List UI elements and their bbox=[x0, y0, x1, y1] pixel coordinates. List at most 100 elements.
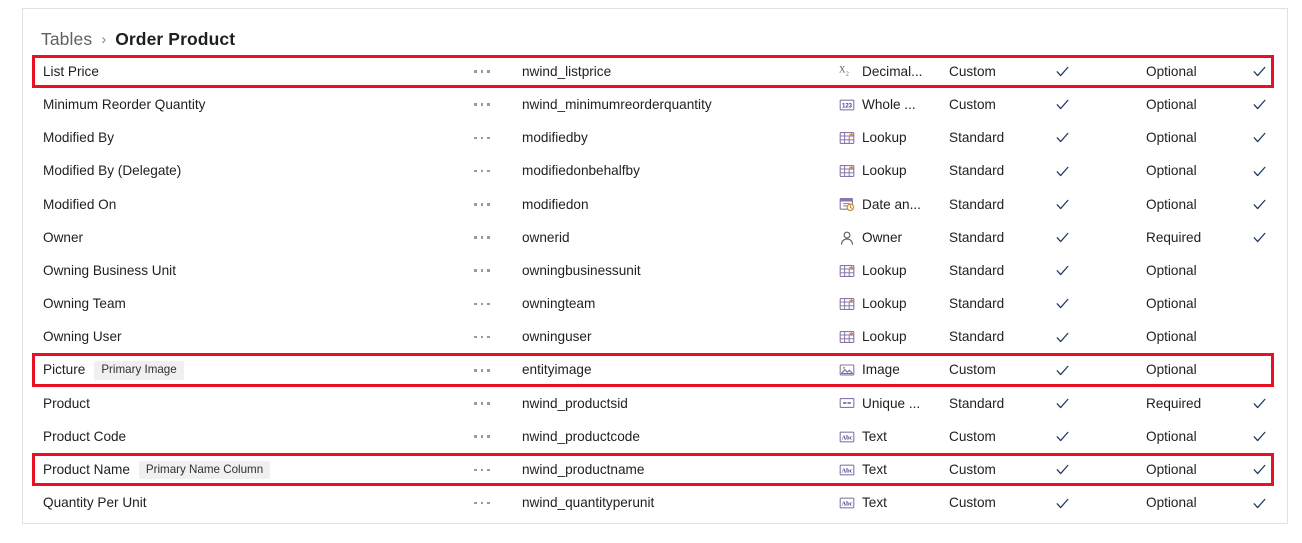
column-display-name[interactable]: Owner bbox=[43, 231, 83, 245]
column-required-level: Optional bbox=[1146, 130, 1197, 146]
column-display-name[interactable]: Modified By (Delegate) bbox=[43, 164, 181, 178]
column-display-name[interactable]: Owning Business Unit bbox=[43, 264, 176, 278]
column-display-name[interactable]: Picture Primary Image bbox=[43, 360, 184, 380]
column-customizable-check bbox=[1049, 296, 1075, 311]
column-data-type: Text bbox=[839, 462, 887, 478]
column-logical-name: nwind_productsid bbox=[522, 395, 628, 411]
column-display-name[interactable]: Product Name Primary Name Column bbox=[43, 460, 271, 480]
row-more-commands-icon[interactable] bbox=[474, 203, 504, 206]
column-display-name[interactable]: List Price bbox=[43, 65, 99, 79]
row-more-commands-icon[interactable] bbox=[474, 136, 504, 140]
table-row[interactable]: Minimum Reorder Quantity nwind_minimumreo… bbox=[24, 88, 1286, 121]
column-searchable-check bbox=[1246, 64, 1272, 79]
column-type-of: Custom bbox=[949, 495, 996, 511]
table-row[interactable]: Product Name Primary Name Column nwind_pro… bbox=[24, 453, 1286, 486]
column-required-level: Optional bbox=[1146, 362, 1197, 378]
column-searchable-check bbox=[1246, 197, 1272, 212]
column-display-name[interactable]: Product Code bbox=[43, 430, 126, 444]
table-row[interactable]: Modified On modifiedon Date an... Standard O… bbox=[24, 188, 1286, 221]
row-more-commands-icon[interactable] bbox=[474, 236, 504, 239]
column-display-name[interactable]: Owning Team bbox=[43, 297, 126, 311]
breadcrumb: Tables › Order Product bbox=[41, 25, 235, 53]
row-more-commands-icon[interactable] bbox=[474, 435, 504, 438]
column-logical-name: owningteam bbox=[522, 296, 596, 312]
column-data-type-label: Lookup bbox=[862, 163, 907, 179]
column-type-of: Standard bbox=[949, 130, 1005, 146]
column-required-level: Optional bbox=[1146, 262, 1197, 278]
table-row[interactable]: Product nwind_productsid Unique ... Standar… bbox=[24, 387, 1286, 420]
table-row[interactable]: Owning Team owningteam Lookup Standard Optio… bbox=[24, 287, 1286, 320]
table-row[interactable]: Picture Primary Image entityimage Image Cust… bbox=[24, 354, 1286, 387]
text-icon bbox=[839, 429, 855, 445]
row-more-commands-icon[interactable] bbox=[474, 402, 504, 405]
row-more-commands-icon[interactable] bbox=[474, 368, 504, 372]
column-display-name-text: Owner bbox=[43, 229, 84, 245]
column-data-type: Date an... bbox=[839, 196, 921, 212]
table-row[interactable]: Product Code nwind_productcode Text Custom O… bbox=[24, 420, 1286, 453]
column-customizable-check bbox=[1049, 330, 1075, 345]
column-customizable-check bbox=[1049, 64, 1075, 79]
table-row[interactable]: Quantity Per Unit nwind_quantityperunit Te… bbox=[24, 486, 1286, 519]
column-searchable-check bbox=[1246, 429, 1272, 444]
table-row[interactable]: Owning Business Unit owningbusinessunit Lo… bbox=[24, 254, 1286, 287]
column-data-type: Image bbox=[839, 362, 900, 378]
table-row[interactable]: List Price nwind_listprice Decimal... Custo… bbox=[24, 55, 1286, 88]
column-customizable-check bbox=[1049, 230, 1075, 245]
breadcrumb-tables-link[interactable]: Tables bbox=[41, 29, 92, 50]
whole-number-icon bbox=[839, 97, 855, 113]
owner-person-icon bbox=[839, 230, 855, 246]
table-row[interactable]: Modified By modifiedby Lookup Standard Optio… bbox=[24, 121, 1286, 154]
column-display-name-text: Modified By (Delegate) bbox=[43, 163, 182, 179]
column-data-type-label: Lookup bbox=[862, 296, 907, 312]
column-data-type: Lookup bbox=[839, 329, 907, 345]
column-display-name-text: Quantity Per Unit bbox=[43, 495, 147, 511]
column-required-level: Optional bbox=[1146, 462, 1197, 478]
column-type-of: Standard bbox=[949, 229, 1005, 245]
table-row[interactable]: Owner ownerid Owner Standard Required bbox=[24, 221, 1286, 254]
row-more-commands-icon[interactable] bbox=[474, 501, 504, 505]
column-display-name-text: Product Name bbox=[43, 462, 130, 478]
row-more-commands-icon[interactable] bbox=[474, 302, 504, 306]
column-logical-name: nwind_listprice bbox=[522, 63, 612, 79]
column-data-type: Lookup bbox=[839, 163, 907, 179]
row-more-commands-icon[interactable] bbox=[474, 269, 504, 273]
row-more-commands-icon[interactable] bbox=[474, 468, 504, 472]
column-data-type: Whole ... bbox=[839, 97, 916, 113]
row-more-commands-icon[interactable] bbox=[474, 335, 504, 339]
row-more-commands-icon[interactable] bbox=[474, 103, 504, 107]
column-customizable-check bbox=[1049, 197, 1075, 212]
column-display-name-text: List Price bbox=[43, 63, 99, 79]
column-customizable-check bbox=[1049, 396, 1075, 411]
column-required-level: Optional bbox=[1146, 163, 1197, 179]
table-row[interactable]: Modified By (Delegate) modifiedonbehalfby… bbox=[24, 155, 1286, 188]
row-more-commands-icon[interactable] bbox=[474, 70, 504, 73]
column-required-level: Optional bbox=[1146, 329, 1197, 345]
column-logical-name: ownerid bbox=[522, 229, 570, 245]
column-type-of: Custom bbox=[949, 96, 996, 112]
column-data-type-label: Lookup bbox=[862, 130, 907, 146]
column-display-name[interactable]: Minimum Reorder Quantity bbox=[43, 98, 205, 112]
column-display-name[interactable]: Quantity Per Unit bbox=[43, 496, 147, 510]
column-required-level: Required bbox=[1146, 229, 1202, 245]
column-data-type: Unique ... bbox=[839, 395, 920, 411]
column-display-name[interactable]: Modified By bbox=[43, 131, 114, 145]
date-and-time-icon bbox=[839, 196, 855, 212]
column-display-name[interactable]: Product bbox=[43, 397, 90, 411]
lookup-icon bbox=[839, 296, 855, 312]
column-customizable-check bbox=[1049, 263, 1075, 278]
column-display-name[interactable]: Modified On bbox=[43, 197, 116, 212]
column-type-of: Standard bbox=[949, 196, 1005, 212]
column-data-type-label: Unique ... bbox=[862, 395, 921, 411]
column-data-type: Lookup bbox=[839, 130, 907, 146]
column-display-name[interactable]: Owning User bbox=[43, 330, 122, 344]
column-customizable-check bbox=[1049, 363, 1075, 378]
column-required-level: Optional bbox=[1146, 296, 1197, 312]
table-row[interactable]: Owning User owninguser Lookup Standard Optio… bbox=[24, 321, 1286, 354]
column-customizable-check bbox=[1049, 496, 1075, 511]
column-customizable-check bbox=[1049, 429, 1075, 444]
column-data-type-label: Decimal... bbox=[862, 63, 923, 79]
row-more-commands-icon[interactable] bbox=[474, 169, 504, 173]
column-type-of: Standard bbox=[949, 296, 1005, 312]
page-title: Order Product bbox=[115, 28, 236, 49]
column-required-level: Optional bbox=[1146, 428, 1197, 444]
